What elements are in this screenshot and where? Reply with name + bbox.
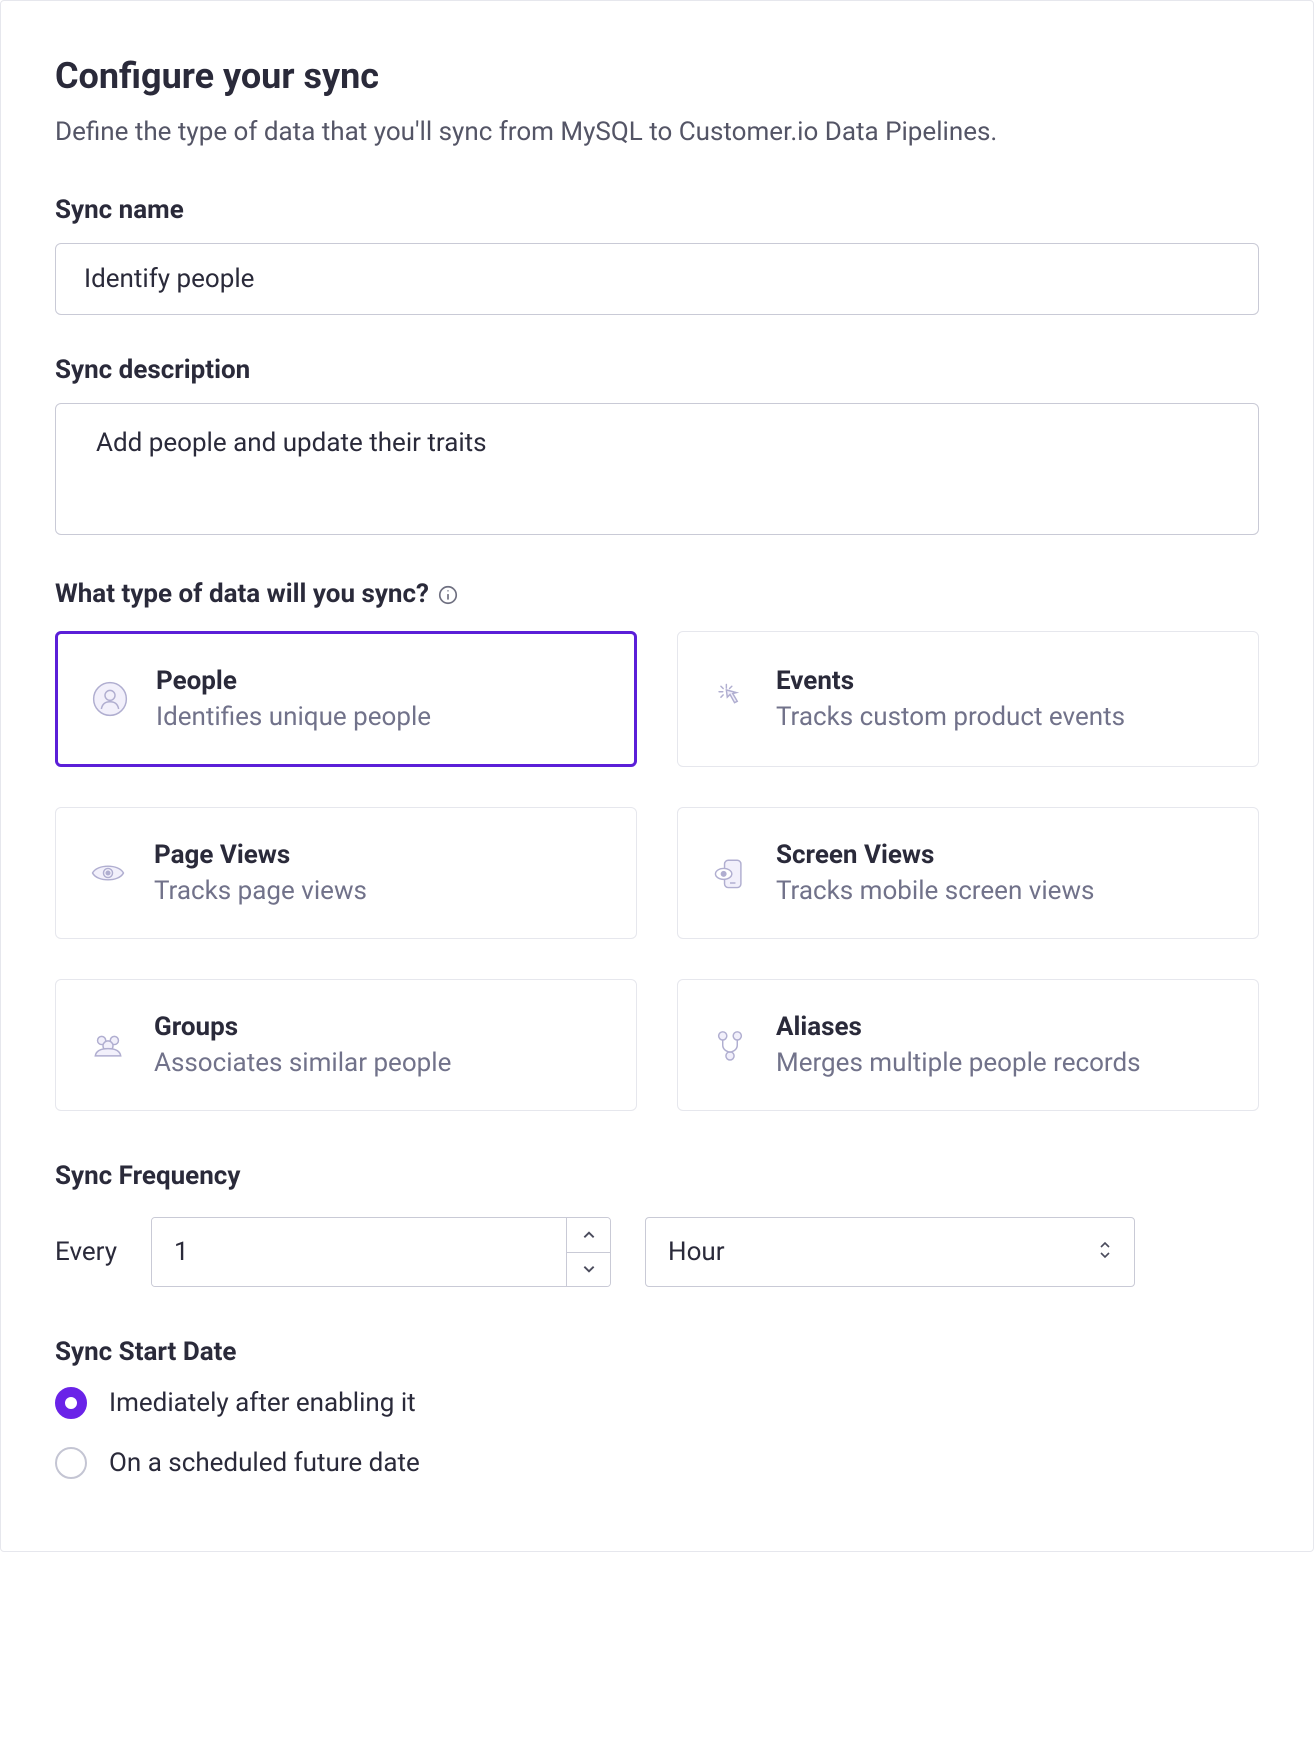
card-screenviews-desc: Tracks mobile screen views (776, 876, 1228, 906)
card-people[interactable]: People Identifies unique people (55, 631, 637, 767)
data-type-heading: What type of data will you sync? (55, 579, 1259, 609)
card-people-title: People (156, 666, 604, 696)
cursor-click-icon (708, 677, 752, 721)
freq-increment-button[interactable] (567, 1218, 610, 1253)
merge-icon (708, 1023, 752, 1067)
card-people-desc: Identifies unique people (156, 702, 604, 732)
sync-name-input[interactable] (55, 243, 1259, 315)
mobile-eye-icon (708, 851, 752, 895)
info-icon[interactable] (437, 583, 459, 605)
sync-frequency-heading: Sync Frequency (55, 1161, 1259, 1191)
freq-decrement-button[interactable] (567, 1253, 610, 1287)
sync-name-field: Sync name (55, 195, 1259, 315)
data-type-heading-text: What type of data will you sync? (55, 579, 429, 609)
sync-frequency-row: Every Hour (55, 1217, 1259, 1287)
page-title: Configure your sync (55, 55, 1259, 97)
configure-sync-panel: Configure your sync Define the type of d… (0, 0, 1314, 1552)
freq-interval-input[interactable] (152, 1218, 566, 1286)
card-screen-views[interactable]: Screen Views Tracks mobile screen views (677, 807, 1259, 939)
page-subtitle: Define the type of data that you'll sync… (55, 117, 1259, 147)
person-icon (88, 677, 132, 721)
data-type-grid: People Identifies unique people Events T… (55, 631, 1259, 1111)
sync-description-input[interactable] (55, 403, 1259, 535)
card-pageviews-desc: Tracks page views (154, 876, 606, 906)
radio-button-unchecked-icon (55, 1447, 87, 1479)
card-groups-title: Groups (154, 1012, 606, 1042)
card-events-desc: Tracks custom product events (776, 702, 1228, 732)
freq-unit-select[interactable]: Hour (645, 1217, 1135, 1287)
card-aliases-title: Aliases (776, 1012, 1228, 1042)
radio-button-checked-icon (55, 1387, 87, 1419)
sync-start-heading: Sync Start Date (55, 1337, 1259, 1367)
sync-description-label: Sync description (55, 355, 1259, 385)
radio-scheduled[interactable]: On a scheduled future date (55, 1447, 1259, 1479)
radio-scheduled-label: On a scheduled future date (109, 1448, 420, 1478)
freq-unit-value: Hour (668, 1237, 1098, 1267)
eye-icon (86, 851, 130, 895)
card-groups-desc: Associates similar people (154, 1048, 606, 1078)
card-page-views[interactable]: Page Views Tracks page views (55, 807, 637, 939)
card-groups[interactable]: Groups Associates similar people (55, 979, 637, 1111)
radio-immediate-label: Imediately after enabling it (109, 1388, 416, 1418)
freq-every-label: Every (55, 1237, 117, 1267)
card-events[interactable]: Events Tracks custom product events (677, 631, 1259, 767)
card-screenviews-title: Screen Views (776, 840, 1228, 870)
card-aliases-desc: Merges multiple people records (776, 1048, 1228, 1078)
card-aliases[interactable]: Aliases Merges multiple people records (677, 979, 1259, 1111)
radio-immediate[interactable]: Imediately after enabling it (55, 1387, 1259, 1419)
group-icon (86, 1023, 130, 1067)
sync-name-label: Sync name (55, 195, 1259, 225)
freq-interval-spinner (151, 1217, 611, 1287)
chevron-up-down-icon (1098, 1239, 1112, 1265)
card-pageviews-title: Page Views (154, 840, 606, 870)
card-events-title: Events (776, 666, 1228, 696)
sync-description-field: Sync description (55, 355, 1259, 539)
sync-start-radio-group: Imediately after enabling it On a schedu… (55, 1387, 1259, 1479)
